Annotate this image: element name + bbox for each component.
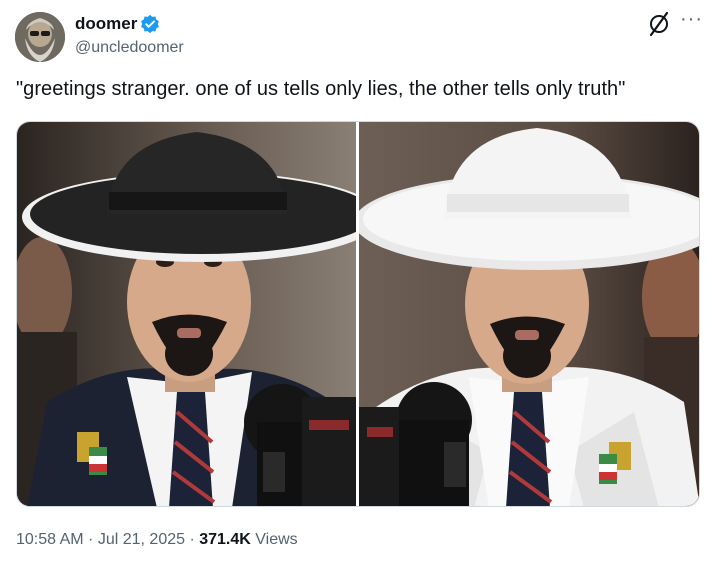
tweet-time[interactable]: 10:58 AM [16, 531, 84, 548]
more-options-button[interactable]: ··· [680, 8, 703, 31]
tweet-media[interactable] [16, 121, 700, 507]
meta-separator: · [185, 531, 200, 548]
handle[interactable]: @uncledoomer [75, 39, 184, 57]
tweet-meta: 10:58 AM · Jul 21, 2025 · 371.4K Views [16, 531, 298, 549]
grok-icon[interactable] [647, 11, 671, 37]
meta-separator: · [83, 531, 98, 548]
tweet-date[interactable]: Jul 21, 2025 [98, 531, 185, 548]
views-label: Views [250, 531, 298, 548]
verified-badge-icon [140, 14, 160, 34]
media-image-left[interactable] [17, 122, 356, 506]
display-name[interactable]: doomer [75, 14, 137, 34]
media-image-right[interactable] [358, 122, 699, 506]
tweet-text: "greetings stranger. one of us tells onl… [16, 78, 626, 100]
avatar-image [15, 12, 65, 62]
views-count[interactable]: 371.4K [199, 531, 251, 548]
avatar[interactable] [15, 12, 65, 62]
